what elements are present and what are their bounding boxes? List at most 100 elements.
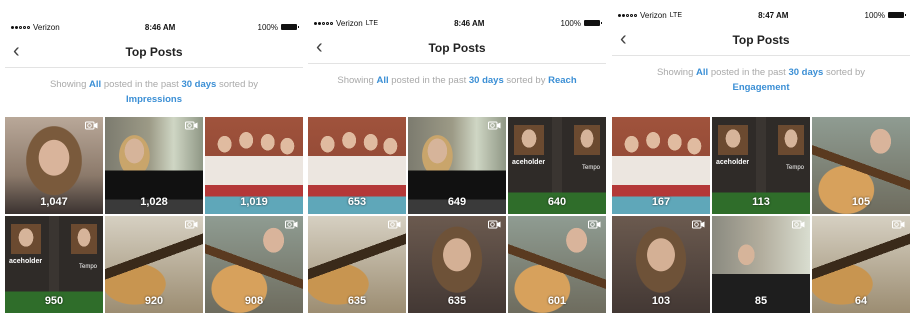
battery-percentage: 100% xyxy=(864,10,885,20)
status-bar: Verizon LTE 8:46 AM 100% xyxy=(308,13,606,33)
filter-description: Showing All posted in the past 30 days s… xyxy=(5,68,303,108)
carrier-name: Verizon xyxy=(336,18,363,28)
time-period-filter-link[interactable]: 30 days xyxy=(788,67,823,78)
description-mid: posted in the past xyxy=(103,79,179,90)
status-time: 8:46 AM xyxy=(144,22,176,32)
post-thumbnail[interactable]: 85 xyxy=(712,216,810,313)
signal-strength-icon xyxy=(11,25,30,29)
posts-grid: 653 649 aceholder Tempo 640 635 635 601 xyxy=(308,117,606,313)
status-time: 8:47 AM xyxy=(758,10,789,20)
screen-photo xyxy=(778,125,804,155)
post-thumbnail[interactable]: 1,019 xyxy=(205,117,303,214)
post-metric-count: 64 xyxy=(854,295,868,307)
time-period-filter-link[interactable]: 30 days xyxy=(469,75,504,86)
battery-icon xyxy=(888,12,906,18)
post-metric-count: 1,028 xyxy=(140,196,168,208)
description-suffix: sorted by xyxy=(825,67,866,78)
video-camera-icon xyxy=(85,121,98,130)
status-bar: Verizon 8:46 AM 100% xyxy=(5,17,303,37)
post-thumbnail[interactable]: 635 xyxy=(408,216,506,313)
description-prefix: Showing xyxy=(49,79,87,90)
time-period-filter-link[interactable]: 30 days xyxy=(181,79,216,90)
screen-photo xyxy=(11,224,41,254)
battery-icon xyxy=(280,24,299,30)
video-camera-icon xyxy=(388,220,401,229)
post-thumbnail[interactable]: 167 xyxy=(612,117,710,214)
post-metric-count: 908 xyxy=(244,295,264,307)
post-metric-count: 103 xyxy=(651,295,671,307)
posts-grid: 1,047 1,028 1,019 aceholder Tempo 950 92… xyxy=(5,117,303,313)
description-mid: posted in the past xyxy=(710,67,786,78)
post-metric-count: 167 xyxy=(651,196,671,208)
post-metric-count: 85 xyxy=(754,295,768,307)
video-camera-icon xyxy=(185,121,198,130)
post-metric-count: 635 xyxy=(347,295,367,307)
sort-metric-link[interactable]: Engagement xyxy=(732,82,789,93)
post-metric-count: 640 xyxy=(547,196,567,208)
post-thumbnail[interactable]: 649 xyxy=(408,117,506,214)
screen-photo xyxy=(718,125,748,155)
post-metric-count: 1,019 xyxy=(240,196,268,208)
video-camera-icon xyxy=(692,220,705,229)
carrier-name: Verizon xyxy=(640,10,667,20)
post-thumbnail[interactable]: 920 xyxy=(105,216,203,313)
posts-grid: 167 aceholder Tempo 113 105 103 85 64 xyxy=(612,117,910,313)
post-thumbnail[interactable]: 1,047 xyxy=(5,117,103,214)
page-title: Top Posts xyxy=(428,41,486,55)
post-metric-count: 635 xyxy=(447,295,467,307)
screen-text: aceholder xyxy=(9,258,43,265)
nav-bar: ‹ Top Posts xyxy=(612,25,910,56)
video-camera-icon xyxy=(588,220,601,229)
nav-bar: ‹ Top Posts xyxy=(5,37,303,68)
signal-strength-icon xyxy=(314,21,333,25)
content-type-filter-link[interactable]: All xyxy=(89,79,101,90)
battery-percentage: 100% xyxy=(257,22,278,32)
screen-text: Tempo xyxy=(78,264,97,270)
screen-photo xyxy=(71,224,97,254)
post-metric-count: 113 xyxy=(752,196,770,208)
video-camera-icon xyxy=(488,220,501,229)
content-type-filter-link[interactable]: All xyxy=(376,75,388,86)
video-camera-icon xyxy=(285,220,298,229)
filter-description: Showing All posted in the past 30 days s… xyxy=(612,56,910,96)
signal-strength-icon xyxy=(618,13,637,17)
post-thumbnail[interactable]: 653 xyxy=(308,117,406,214)
back-chevron-icon[interactable]: ‹ xyxy=(316,37,323,57)
page-title: Top Posts xyxy=(125,45,183,59)
content-type-filter-link[interactable]: All xyxy=(696,67,708,78)
post-thumbnail[interactable]: aceholder Tempo 640 xyxy=(508,117,606,214)
screen-photo xyxy=(514,125,544,155)
post-metric-count: 601 xyxy=(547,295,567,307)
screen-text: aceholder xyxy=(716,159,750,166)
top-posts-screen: Verizon LTE 8:47 AM 100% ‹ Top Posts Sho… xyxy=(612,5,910,313)
network-indicator: LTE xyxy=(365,19,379,27)
battery-percentage: 100% xyxy=(560,18,581,28)
sort-metric-link[interactable]: Impressions xyxy=(126,94,182,105)
post-thumbnail[interactable]: 103 xyxy=(612,216,710,313)
network-indicator: LTE xyxy=(669,11,683,19)
post-thumbnail[interactable]: aceholder Tempo 113 xyxy=(712,117,810,214)
post-thumbnail[interactable]: aceholder Tempo 950 xyxy=(5,216,103,313)
post-thumbnail[interactable]: 635 xyxy=(308,216,406,313)
post-metric-count: 920 xyxy=(144,295,164,307)
sort-metric-link[interactable]: Reach xyxy=(548,75,577,86)
post-thumbnail[interactable]: 105 xyxy=(812,117,910,214)
description-mid: posted in the past xyxy=(391,75,467,86)
status-bar: Verizon LTE 8:47 AM 100% xyxy=(612,5,910,25)
post-thumbnail[interactable]: 1,028 xyxy=(105,117,203,214)
top-posts-screen: Verizon 8:46 AM 100% ‹ Top Posts Showing… xyxy=(5,17,303,313)
post-thumbnail[interactable]: 908 xyxy=(205,216,303,313)
filter-description: Showing All posted in the past 30 days s… xyxy=(308,64,606,104)
description-prefix: Showing xyxy=(337,75,374,86)
post-metric-count: 1,047 xyxy=(40,196,68,208)
back-chevron-icon[interactable]: ‹ xyxy=(13,41,20,61)
description-suffix: sorted by xyxy=(218,79,259,90)
post-thumbnail[interactable]: 64 xyxy=(812,216,910,313)
screen-text: Tempo xyxy=(785,165,804,171)
post-metric-count: 649 xyxy=(447,196,467,208)
post-thumbnail[interactable]: 601 xyxy=(508,216,606,313)
post-metric-count: 653 xyxy=(347,196,367,208)
description-prefix: Showing xyxy=(656,67,694,78)
screen-photo xyxy=(574,125,600,155)
back-chevron-icon[interactable]: ‹ xyxy=(620,29,627,49)
